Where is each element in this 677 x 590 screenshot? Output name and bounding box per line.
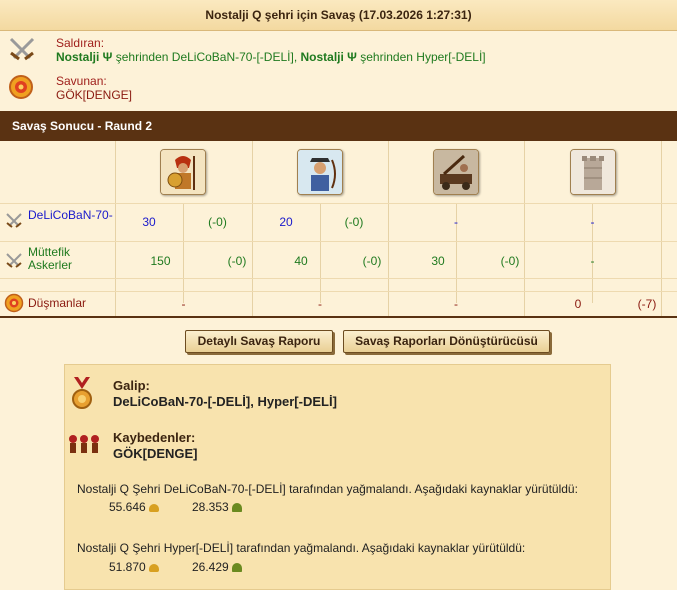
attacker-text-2[interactable]: şehrinden Hyper[-DELİ] (360, 50, 485, 64)
crossed-swords-icon (9, 37, 35, 61)
gold-icon (149, 563, 160, 572)
count-cell: 40 (294, 254, 308, 268)
defender-name[interactable]: GÖK[DENGE] (56, 88, 132, 102)
battle-title: Nostalji Q şehri için Savaş (17.03.2026 … (0, 0, 677, 31)
loot-text-2: Nostalji Q Şehri Hyper[-DELİ] tarafından… (77, 541, 526, 555)
grain-amount: 28.353 (192, 500, 243, 514)
count-cell: 20 (279, 215, 293, 229)
winner-value: DeLiCoBaN-70-[-DELİ], Hyper[-DELİ] (113, 394, 337, 409)
gold-amount: 55.646 (109, 500, 160, 514)
winner-label: Galip: (113, 378, 150, 393)
row-name-attacker[interactable]: DeLiCoBaN-70- (28, 209, 113, 222)
detailed-report-button[interactable]: Detaylı Savaş Raporu (185, 330, 333, 353)
loss-cell: (-0) (208, 215, 227, 229)
gold-icon (149, 503, 160, 512)
defeated-troops-icon (69, 435, 99, 453)
count-cell: - (181, 297, 186, 311)
attacker-section: Saldıran: Nostalji Ψ şehrinden DeLiCoBaN… (0, 30, 677, 74)
attacker-value: Nostalji Ψ şehrinden DeLiCoBaN-70-[-DELİ… (56, 50, 486, 64)
catapult-unit-icon[interactable] (433, 149, 479, 195)
wall-unit-icon[interactable] (570, 149, 616, 195)
battle-summary: Galip: DeLiCoBaN-70-[-DELİ], Hyper[-DELİ… (64, 364, 611, 590)
loser-value: GÖK[DENGE] (113, 446, 198, 461)
defender-label: Savunan: (56, 74, 107, 88)
battle-table: DeLiCoBaN-70- 30 (-0) 20 (-0) - - Müttef… (0, 141, 677, 321)
crossed-swords-icon (6, 253, 22, 268)
row-name-enemies: Düşmanlar (28, 296, 87, 310)
attacker-label: Saldıran: (56, 36, 105, 50)
count-cell: - (590, 254, 595, 268)
count-cell: - (454, 297, 458, 311)
count-cell: 30 (431, 254, 445, 268)
grain-icon (232, 563, 243, 573)
row-name-allies: Müttefik Askerler (28, 245, 73, 272)
loser-label: Kaybedenler: (113, 430, 196, 445)
crossed-swords-icon (6, 213, 22, 228)
grain-icon (232, 503, 243, 513)
attacker-text-1[interactable]: şehrinden DeLiCoBaN-70-[-DELİ], (116, 50, 297, 64)
count-cell: - (590, 215, 595, 229)
report-converter-button[interactable]: Savaş Raporları Dönüştürücüsü (343, 330, 550, 353)
loot-text-1: Nostalji Q Şehri DeLiCoBaN-70-[-DELİ] ta… (77, 482, 578, 496)
grain-amount: 26.429 (192, 560, 243, 574)
shield-icon (4, 293, 24, 313)
attacker-city-link-2[interactable]: Nostalji Ψ (301, 50, 357, 64)
loss-cell: (-7) (637, 297, 657, 311)
loss-cell: (-0) (344, 215, 364, 229)
medal-icon (72, 377, 92, 409)
gold-amount: 51.870 (109, 560, 160, 574)
count-cell: - (318, 297, 322, 311)
attacker-city-link-1[interactable]: Nostalji Ψ (56, 50, 112, 64)
count-cell: - (454, 215, 458, 229)
shield-icon (9, 75, 33, 99)
defender-section: Savunan: GÖK[DENGE] (0, 74, 677, 110)
archer-unit-icon[interactable] (297, 149, 343, 195)
count-cell: 30 (142, 215, 156, 229)
round-title: Savaş Sonucu - Raund 2 (0, 111, 677, 141)
hoplite-unit-icon[interactable] (160, 149, 206, 195)
count-cell: 150 (150, 254, 171, 268)
